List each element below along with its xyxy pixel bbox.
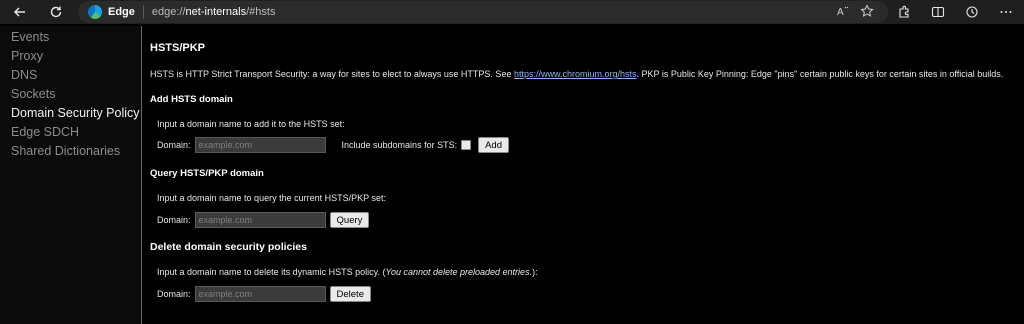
back-arrow-icon[interactable]	[8, 1, 32, 23]
query-instruction: Input a domain name to query the current…	[157, 193, 386, 203]
delete-domain-label: Domain:	[157, 289, 191, 299]
add-hsts-title: Add HSTS domain	[150, 94, 233, 105]
include-subdomains-checkbox[interactable]	[461, 140, 472, 150]
delete-domain-row: Domain: Delete	[157, 286, 371, 302]
query-button[interactable]: Query	[329, 212, 370, 228]
browser-brand: Edge	[108, 6, 135, 18]
browser-toolbar: Edge edge://net-internals/#hsts A	[0, 0, 1024, 24]
desc-post: . PKP is Public Key Pinning: Edge "pins"…	[636, 69, 1004, 79]
favorite-star-icon[interactable]	[860, 4, 874, 21]
delete-instruction-pre: Input a domain name to delete its dynami…	[157, 267, 386, 277]
svg-text:A: A	[837, 7, 844, 18]
add-domain-input[interactable]	[194, 137, 326, 153]
add-domain-row: Domain: Include subdomains for STS: Add	[157, 137, 509, 153]
sidebar-item-proxy[interactable]: Proxy	[0, 47, 141, 66]
query-domain-label: Domain:	[157, 215, 191, 225]
hsts-link[interactable]: https://www.chromium.org/hsts	[514, 69, 637, 79]
omnibox-divider	[142, 5, 144, 19]
add-domain-label: Domain:	[157, 140, 191, 150]
history-icon[interactable]	[962, 1, 982, 23]
hsts-description: HSTS is HTTP Strict Transport Security: …	[150, 69, 1003, 79]
sidebar-item-sockets[interactable]: Sockets	[0, 85, 141, 104]
url-text[interactable]: edge://net-internals/#hsts	[152, 6, 276, 18]
include-subdomains-label: Include subdomains for STS:	[341, 140, 458, 150]
extensions-icon[interactable]	[894, 1, 914, 23]
address-bar[interactable]: Edge edge://net-internals/#hsts A	[78, 1, 888, 23]
sidebar-item-dns[interactable]: DNS	[0, 66, 141, 85]
main-content: HSTS/PKP HSTS is HTTP Strict Transport S…	[150, 26, 1020, 324]
sidebar-item-edge-sdch[interactable]: Edge SDCH	[0, 123, 141, 142]
edge-logo-icon	[88, 5, 102, 19]
add-button[interactable]: Add	[478, 137, 509, 153]
delete-button[interactable]: Delete	[329, 286, 371, 302]
sidebar: Events Proxy DNS Sockets Domain Security…	[0, 26, 142, 324]
desc-pre: HSTS is HTTP Strict Transport Security: …	[150, 69, 514, 79]
read-aloud-icon[interactable]: A	[836, 4, 850, 21]
sidebar-item-shared-dictionaries[interactable]: Shared Dictionaries	[0, 142, 141, 161]
delete-instruction-note: You cannot delete preloaded entries.	[385, 267, 533, 277]
delete-instruction: Input a domain name to delete its dynami…	[157, 267, 538, 277]
delete-instruction-post: ):	[532, 267, 538, 277]
query-domain-row: Domain: Query	[157, 212, 370, 228]
add-instruction: Input a domain name to add it to the HST…	[157, 119, 345, 129]
sidebar-item-domain-security-policy[interactable]: Domain Security Policy	[0, 104, 141, 123]
delete-domain-input[interactable]	[194, 286, 326, 302]
query-title: Query HSTS/PKP domain	[150, 168, 264, 179]
url-prefix: edge://	[151, 6, 186, 18]
refresh-icon[interactable]	[44, 1, 68, 23]
split-screen-icon[interactable]	[928, 1, 948, 23]
delete-title: Delete domain security policies	[150, 241, 307, 253]
page-title: HSTS/PKP	[150, 42, 206, 54]
url-host: net-internals	[185, 6, 247, 18]
query-domain-input[interactable]	[194, 212, 326, 228]
url-path: /#hsts	[246, 6, 276, 18]
sidebar-item-events[interactable]: Events	[0, 28, 141, 47]
more-icon[interactable]	[996, 1, 1016, 23]
